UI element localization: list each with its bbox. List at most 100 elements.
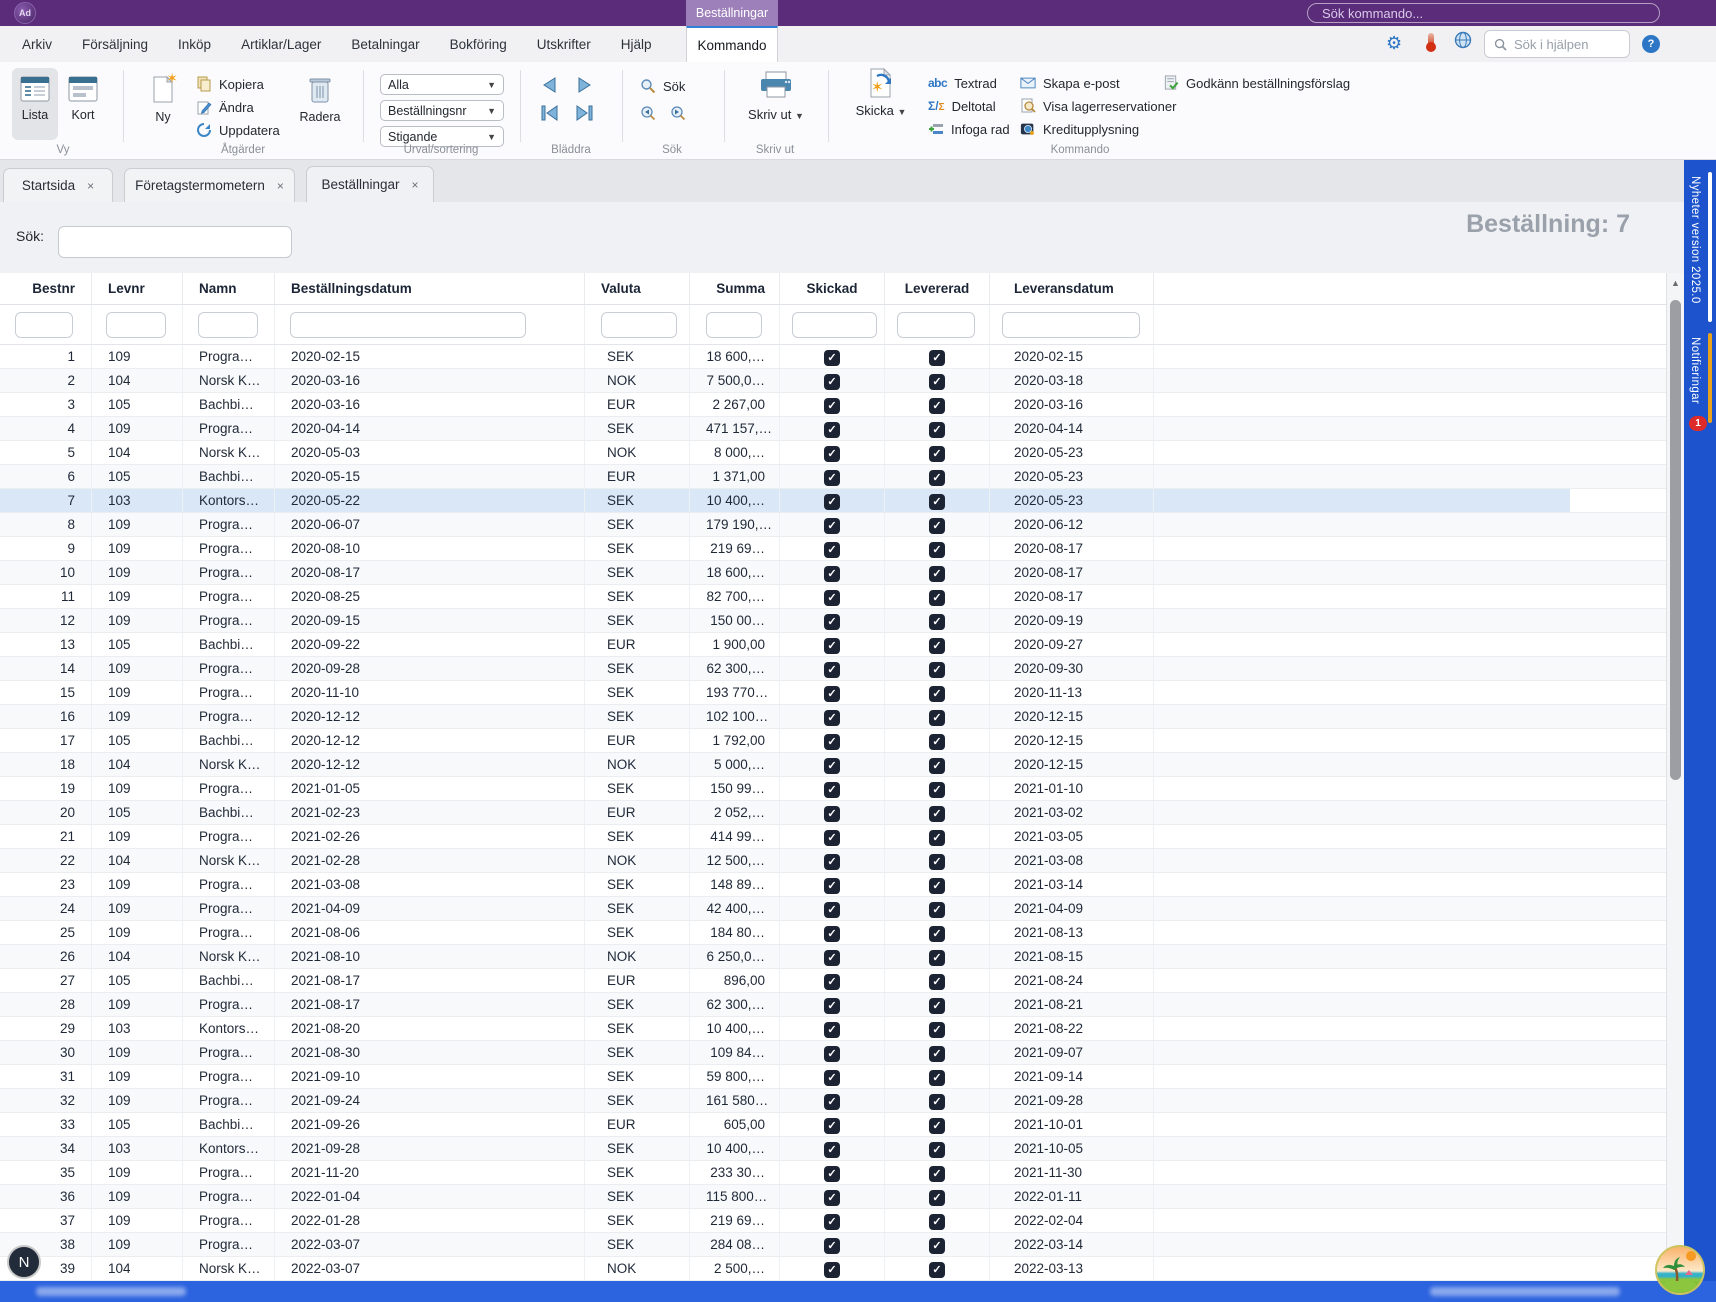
skickad-checkbox[interactable]: ✓ [824, 1214, 840, 1230]
levererad-checkbox[interactable]: ✓ [929, 542, 945, 558]
table-row[interactable]: 19 109 Progra… 2021-01-05 SEK 150 99… ✓ ✓ 2021-0… [0, 777, 1666, 801]
levererad-checkbox[interactable]: ✓ [929, 1166, 945, 1182]
table-row[interactable]: 9 109 Progra… 2020-08-10 SEK 219 69… ✓ ✓ 2020-08… [0, 537, 1666, 561]
deltotal-button[interactable]: Σ/Σ Deltotal [928, 96, 996, 116]
table-row[interactable]: 38 109 Progra… 2022-03-07 SEK 284 08… ✓ ✓ 2022-0… [0, 1233, 1666, 1257]
levererad-checkbox[interactable]: ✓ [929, 710, 945, 726]
filter-input-bestallningsdatum[interactable] [290, 312, 526, 338]
levererad-checkbox[interactable]: ✓ [929, 446, 945, 462]
levererad-checkbox[interactable]: ✓ [929, 614, 945, 630]
skickad-checkbox[interactable]: ✓ [824, 542, 840, 558]
levererad-checkbox[interactable]: ✓ [929, 1238, 945, 1254]
levererad-checkbox[interactable]: ✓ [929, 758, 945, 774]
visa-lagerreservationer-button[interactable]: Visa lagerreservationer [1020, 96, 1176, 116]
levererad-checkbox[interactable]: ✓ [929, 950, 945, 966]
levererad-checkbox[interactable]: ✓ [929, 686, 945, 702]
table-row[interactable]: 17 105 Bachbi… 2020-12-12 EUR 1 792,00 ✓ ✓ 2020-… [0, 729, 1666, 753]
thermometer-icon[interactable] [1426, 33, 1436, 52]
menu-item-betalningar[interactable]: Betalningar [345, 37, 425, 52]
skickad-checkbox[interactable]: ✓ [824, 638, 840, 654]
levererad-checkbox[interactable]: ✓ [929, 590, 945, 606]
levererad-checkbox[interactable]: ✓ [929, 1118, 945, 1134]
skickad-checkbox[interactable]: ✓ [824, 974, 840, 990]
search-next-button[interactable] [668, 102, 688, 124]
filter-input-summa[interactable] [706, 312, 762, 338]
skickad-checkbox[interactable]: ✓ [824, 374, 840, 390]
menu-item-utskrifter[interactable]: Utskrifter [531, 37, 597, 52]
kreditupplysning-button[interactable]: Kreditupplysning [1020, 119, 1139, 139]
scroll-up-icon[interactable]: ▲ [1671, 278, 1680, 288]
levererad-checkbox[interactable]: ✓ [929, 926, 945, 942]
vacation-island-icon[interactable] [1655, 1245, 1705, 1295]
skickad-checkbox[interactable]: ✓ [824, 734, 840, 750]
skickad-checkbox[interactable]: ✓ [824, 614, 840, 630]
tab-kommando[interactable]: Kommando [686, 26, 778, 62]
levererad-checkbox[interactable]: ✓ [929, 638, 945, 654]
skickad-checkbox[interactable]: ✓ [824, 446, 840, 462]
close-icon[interactable]: × [87, 179, 94, 193]
skickad-checkbox[interactable]: ✓ [824, 1094, 840, 1110]
table-row[interactable]: 31 109 Progra… 2021-09-10 SEK 59 800,… ✓ ✓ 2021-… [0, 1065, 1666, 1089]
close-icon[interactable]: × [277, 179, 284, 193]
levererad-checkbox[interactable]: ✓ [929, 662, 945, 678]
levererad-checkbox[interactable]: ✓ [929, 734, 945, 750]
skickad-checkbox[interactable]: ✓ [824, 1022, 840, 1038]
table-row[interactable]: 1 109 Progra… 2020-02-15 SEK 18 600,… ✓ ✓ 2020-0… [0, 345, 1666, 369]
search-previous-button[interactable] [638, 102, 658, 124]
table-row[interactable]: 12 109 Progra… 2020-09-15 SEK 150 00… ✓ ✓ 2020-0… [0, 609, 1666, 633]
table-row[interactable]: 16 109 Progra… 2020-12-12 SEK 102 100… ✓ ✓ 2020-… [0, 705, 1666, 729]
infoga-rad-button[interactable]: Infoga rad [928, 119, 1010, 139]
table-row[interactable]: 23 109 Progra… 2021-03-08 SEK 148 89… ✓ ✓ 2021-0… [0, 873, 1666, 897]
skicka-button[interactable]: ✶ Skicka ▼ [846, 67, 916, 118]
globe-icon[interactable] [1454, 31, 1472, 54]
table-row[interactable]: 21 109 Progra… 2021-02-26 SEK 414 99… ✓ ✓ 2021-0… [0, 825, 1666, 849]
skriv-ut-button[interactable]: Skriv ut ▼ [742, 70, 810, 122]
levererad-checkbox[interactable]: ✓ [929, 878, 945, 894]
quick-search-input[interactable] [58, 226, 292, 258]
skickad-checkbox[interactable]: ✓ [824, 854, 840, 870]
menu-item-forsaljning[interactable]: Försäljning [76, 37, 154, 52]
menu-item-artiklar-lager[interactable]: Artiklar/Lager [235, 37, 327, 52]
skickad-checkbox[interactable]: ✓ [824, 926, 840, 942]
skickad-checkbox[interactable]: ✓ [824, 662, 840, 678]
table-row[interactable]: 36 109 Progra… 2022-01-04 SEK 115 800… ✓ ✓ 2022-… [0, 1185, 1666, 1209]
table-row[interactable]: 35 109 Progra… 2021-11-20 SEK 233 30… ✓ ✓ 2021-1… [0, 1161, 1666, 1185]
scrollbar-thumb[interactable] [1670, 300, 1681, 780]
column-header-bestallningsdatum[interactable]: Beställningsdatum [275, 273, 585, 304]
skickad-checkbox[interactable]: ✓ [824, 1118, 840, 1134]
table-row[interactable]: 7 103 Kontors… 2020-05-22 SEK 10 400,… ✓ ✓ 2020-… [0, 489, 1666, 513]
column-header-leveransdatum[interactable]: Leveransdatum [990, 273, 1154, 304]
tab-bestallningar[interactable]: Beställningar × [306, 166, 434, 202]
column-header-summa[interactable]: Summa [690, 273, 780, 304]
command-search-input[interactable]: Sök kommando... [1307, 3, 1660, 23]
levererad-checkbox[interactable]: ✓ [929, 782, 945, 798]
vertical-scrollbar[interactable]: ▲ [1666, 273, 1684, 1281]
menu-item-bokforing[interactable]: Bokföring [444, 37, 513, 52]
table-row[interactable]: 22 104 Norsk K… 2021-02-28 NOK 12 500,… ✓ ✓ 2021… [0, 849, 1666, 873]
table-row[interactable]: 4 109 Progra… 2020-04-14 SEK 471 157,… ✓ ✓ 2020-… [0, 417, 1666, 441]
column-header-valuta[interactable]: Valuta [585, 273, 690, 304]
table-row[interactable]: 3 105 Bachbi… 2020-03-16 EUR 2 267,00 ✓ ✓ 2020-0… [0, 393, 1666, 417]
skickad-checkbox[interactable]: ✓ [824, 398, 840, 414]
skickad-checkbox[interactable]: ✓ [824, 1238, 840, 1254]
skickad-checkbox[interactable]: ✓ [824, 566, 840, 582]
skickad-checkbox[interactable]: ✓ [824, 782, 840, 798]
skapa-epost-button[interactable]: Skapa e-post [1020, 73, 1120, 93]
news-version-tab[interactable]: Nyheter version 2025.0 [1684, 172, 1716, 322]
levererad-checkbox[interactable]: ✓ [929, 830, 945, 846]
menu-item-arkiv[interactable]: Arkiv [16, 37, 58, 52]
table-row[interactable]: 29 103 Kontors… 2021-08-20 SEK 10 400,… ✓ ✓ 2021… [0, 1017, 1666, 1041]
skickad-checkbox[interactable]: ✓ [824, 686, 840, 702]
filter-input-skickad[interactable] [792, 312, 877, 338]
table-row[interactable]: 30 109 Progra… 2021-08-30 SEK 109 84… ✓ ✓ 2021-0… [0, 1041, 1666, 1065]
skickad-checkbox[interactable]: ✓ [824, 710, 840, 726]
table-row[interactable]: 11 109 Progra… 2020-08-25 SEK 82 700,… ✓ ✓ 2020-… [0, 585, 1666, 609]
urval-select[interactable]: Alla ▼ [380, 74, 504, 95]
levererad-checkbox[interactable]: ✓ [929, 1070, 945, 1086]
levererad-checkbox[interactable]: ✓ [929, 1142, 945, 1158]
column-header-namn[interactable]: Namn [183, 273, 275, 304]
table-row[interactable]: 32 109 Progra… 2021-09-24 SEK 161 580… ✓ ✓ 2021-… [0, 1089, 1666, 1113]
table-row[interactable]: 33 105 Bachbi… 2021-09-26 EUR 605,00 ✓ ✓ 2021-10… [0, 1113, 1666, 1137]
table-row[interactable]: 13 105 Bachbi… 2020-09-22 EUR 1 900,00 ✓ ✓ 2020-… [0, 633, 1666, 657]
filter-input-levererad[interactable] [897, 312, 975, 338]
